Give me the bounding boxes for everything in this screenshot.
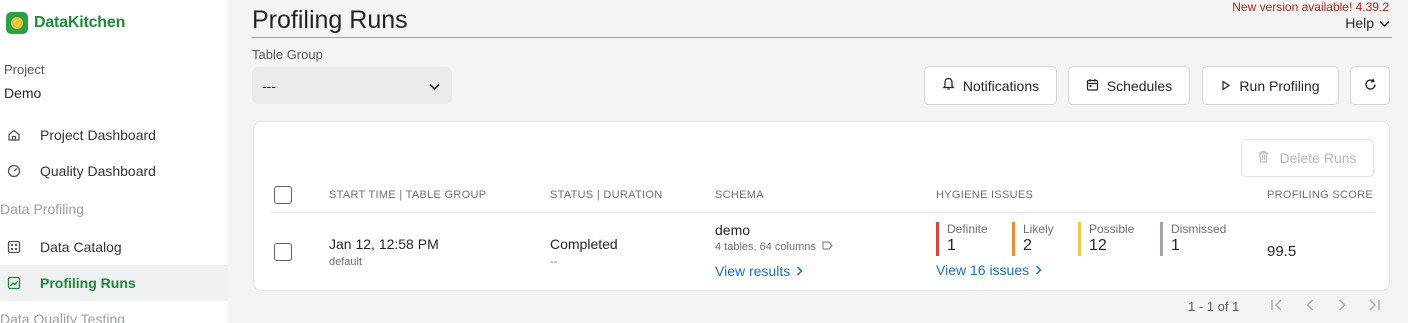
column-header-status[interactable]: STATUS | DURATION xyxy=(550,189,662,201)
run-status: Completed xyxy=(550,236,618,252)
refresh-button[interactable] xyxy=(1350,66,1390,105)
sidebar-item-project-dashboard[interactable]: Project Dashboard xyxy=(0,117,228,153)
header-divider xyxy=(271,212,1375,213)
sidebar-section-data-quality-testing: Data Quality Testing xyxy=(0,311,126,323)
chevron-down-icon xyxy=(1379,15,1390,31)
sidebar-item-label: Profiling Runs xyxy=(40,275,136,291)
calendar-icon xyxy=(1086,78,1099,94)
issue-count: 2 xyxy=(1023,237,1032,254)
datakitchen-logo-icon xyxy=(6,12,28,34)
delete-runs-label: Delete Runs xyxy=(1279,150,1357,166)
previous-page-icon[interactable] xyxy=(1302,297,1318,318)
table-group-label: Table Group xyxy=(252,47,323,62)
run-profiling-label: Run Profiling xyxy=(1239,77,1320,94)
column-header-hygiene-issues[interactable]: HYGIENE ISSUES xyxy=(936,189,1033,201)
schema-name: demo xyxy=(715,222,751,238)
run-profiling-button[interactable]: Run Profiling xyxy=(1202,66,1339,105)
home-icon xyxy=(7,128,21,142)
brand-logo[interactable]: DataKitchen xyxy=(6,12,125,34)
chart-icon xyxy=(7,276,21,290)
column-header-profiling-score[interactable]: PROFILING SCORE xyxy=(1267,189,1373,201)
sidebar-item-profiling-runs[interactable]: Profiling Runs xyxy=(0,265,228,301)
issue-count: 1 xyxy=(947,237,956,254)
play-icon xyxy=(1221,78,1231,94)
column-header-schema[interactable]: SCHEMA xyxy=(715,189,764,201)
sidebar-item-label: Project Dashboard xyxy=(40,127,156,143)
brand-name: DataKitchen xyxy=(34,14,126,31)
gauge-icon xyxy=(7,164,21,178)
help-label: Help xyxy=(1345,15,1374,31)
schema-detail-text: 4 tables, 64 columns xyxy=(715,241,816,253)
refresh-icon xyxy=(1364,78,1377,94)
issue-label: Likely xyxy=(1023,222,1054,236)
view-issues-label: View 16 issues xyxy=(936,262,1030,278)
trash-icon xyxy=(1258,150,1269,166)
sidebar-item-label: Data Catalog xyxy=(40,239,122,255)
issue-definite: Definite 1 xyxy=(936,222,988,256)
schema-detail: 4 tables, 64 columns xyxy=(715,241,833,253)
sidebar-section-data-profiling: Data Profiling xyxy=(0,201,85,217)
issue-label: Definite xyxy=(947,222,988,236)
pagination-range: 1 - 1 of 1 xyxy=(1188,299,1240,314)
next-page-icon[interactable] xyxy=(1334,297,1350,318)
title-divider xyxy=(252,37,1392,38)
issue-dismissed: Dismissed 1 xyxy=(1160,222,1226,256)
grid-icon xyxy=(7,240,21,254)
last-page-icon[interactable] xyxy=(1366,297,1382,318)
column-header-start-time[interactable]: START TIME | TABLE GROUP xyxy=(329,189,486,201)
notifications-label: Notifications xyxy=(962,77,1040,94)
project-label: Project xyxy=(4,62,45,77)
sidebar-item-label: Quality Dashboard xyxy=(40,163,156,179)
profiling-score: 99.5 xyxy=(1267,243,1297,260)
select-all-checkbox[interactable] xyxy=(274,186,292,204)
profiling-runs-table-card: Delete Runs START TIME | TABLE GROUP STA… xyxy=(253,121,1390,291)
tag-icon[interactable] xyxy=(822,241,833,253)
view-issues-link[interactable]: View 16 issues xyxy=(936,262,1042,278)
issue-label: Possible xyxy=(1089,222,1135,236)
table-group-value: --- xyxy=(262,77,276,94)
first-page-icon[interactable] xyxy=(1269,297,1285,318)
bell-icon xyxy=(942,77,955,94)
issue-count: 12 xyxy=(1089,237,1107,254)
sidebar: DataKitchen Project Demo Project Dashboa… xyxy=(0,0,228,323)
chevron-down-icon xyxy=(429,78,440,94)
chevron-right-icon xyxy=(1035,262,1042,278)
sidebar-item-quality-dashboard[interactable]: Quality Dashboard xyxy=(0,153,228,189)
schedules-label: Schedules xyxy=(1106,77,1173,94)
chevron-right-icon xyxy=(796,263,803,279)
page-title: Profiling Runs xyxy=(252,6,408,34)
table-group-select[interactable]: --- xyxy=(252,67,452,104)
help-menu-button[interactable]: Help xyxy=(1345,15,1390,31)
schedules-button[interactable]: Schedules xyxy=(1068,66,1190,105)
issue-count: 1 xyxy=(1171,237,1180,254)
table-group: default xyxy=(329,256,363,268)
row-checkbox[interactable] xyxy=(274,243,292,261)
delete-runs-button[interactable]: Delete Runs xyxy=(1241,139,1374,177)
issue-likely: Likely 2 xyxy=(1012,222,1054,256)
project-selector[interactable]: Demo xyxy=(4,85,41,101)
new-version-notice[interactable]: New version available! 4.39.2 xyxy=(1232,0,1389,14)
issue-label: Dismissed xyxy=(1171,222,1227,236)
view-results-label: View results xyxy=(715,263,791,279)
run-duration: -- xyxy=(550,256,558,268)
sidebar-item-data-catalog[interactable]: Data Catalog xyxy=(0,229,228,265)
start-time: Jan 12, 12:58 PM xyxy=(329,236,439,252)
issue-possible: Possible 12 xyxy=(1078,222,1134,256)
notifications-button[interactable]: Notifications xyxy=(924,66,1057,105)
view-results-link[interactable]: View results xyxy=(715,263,803,279)
